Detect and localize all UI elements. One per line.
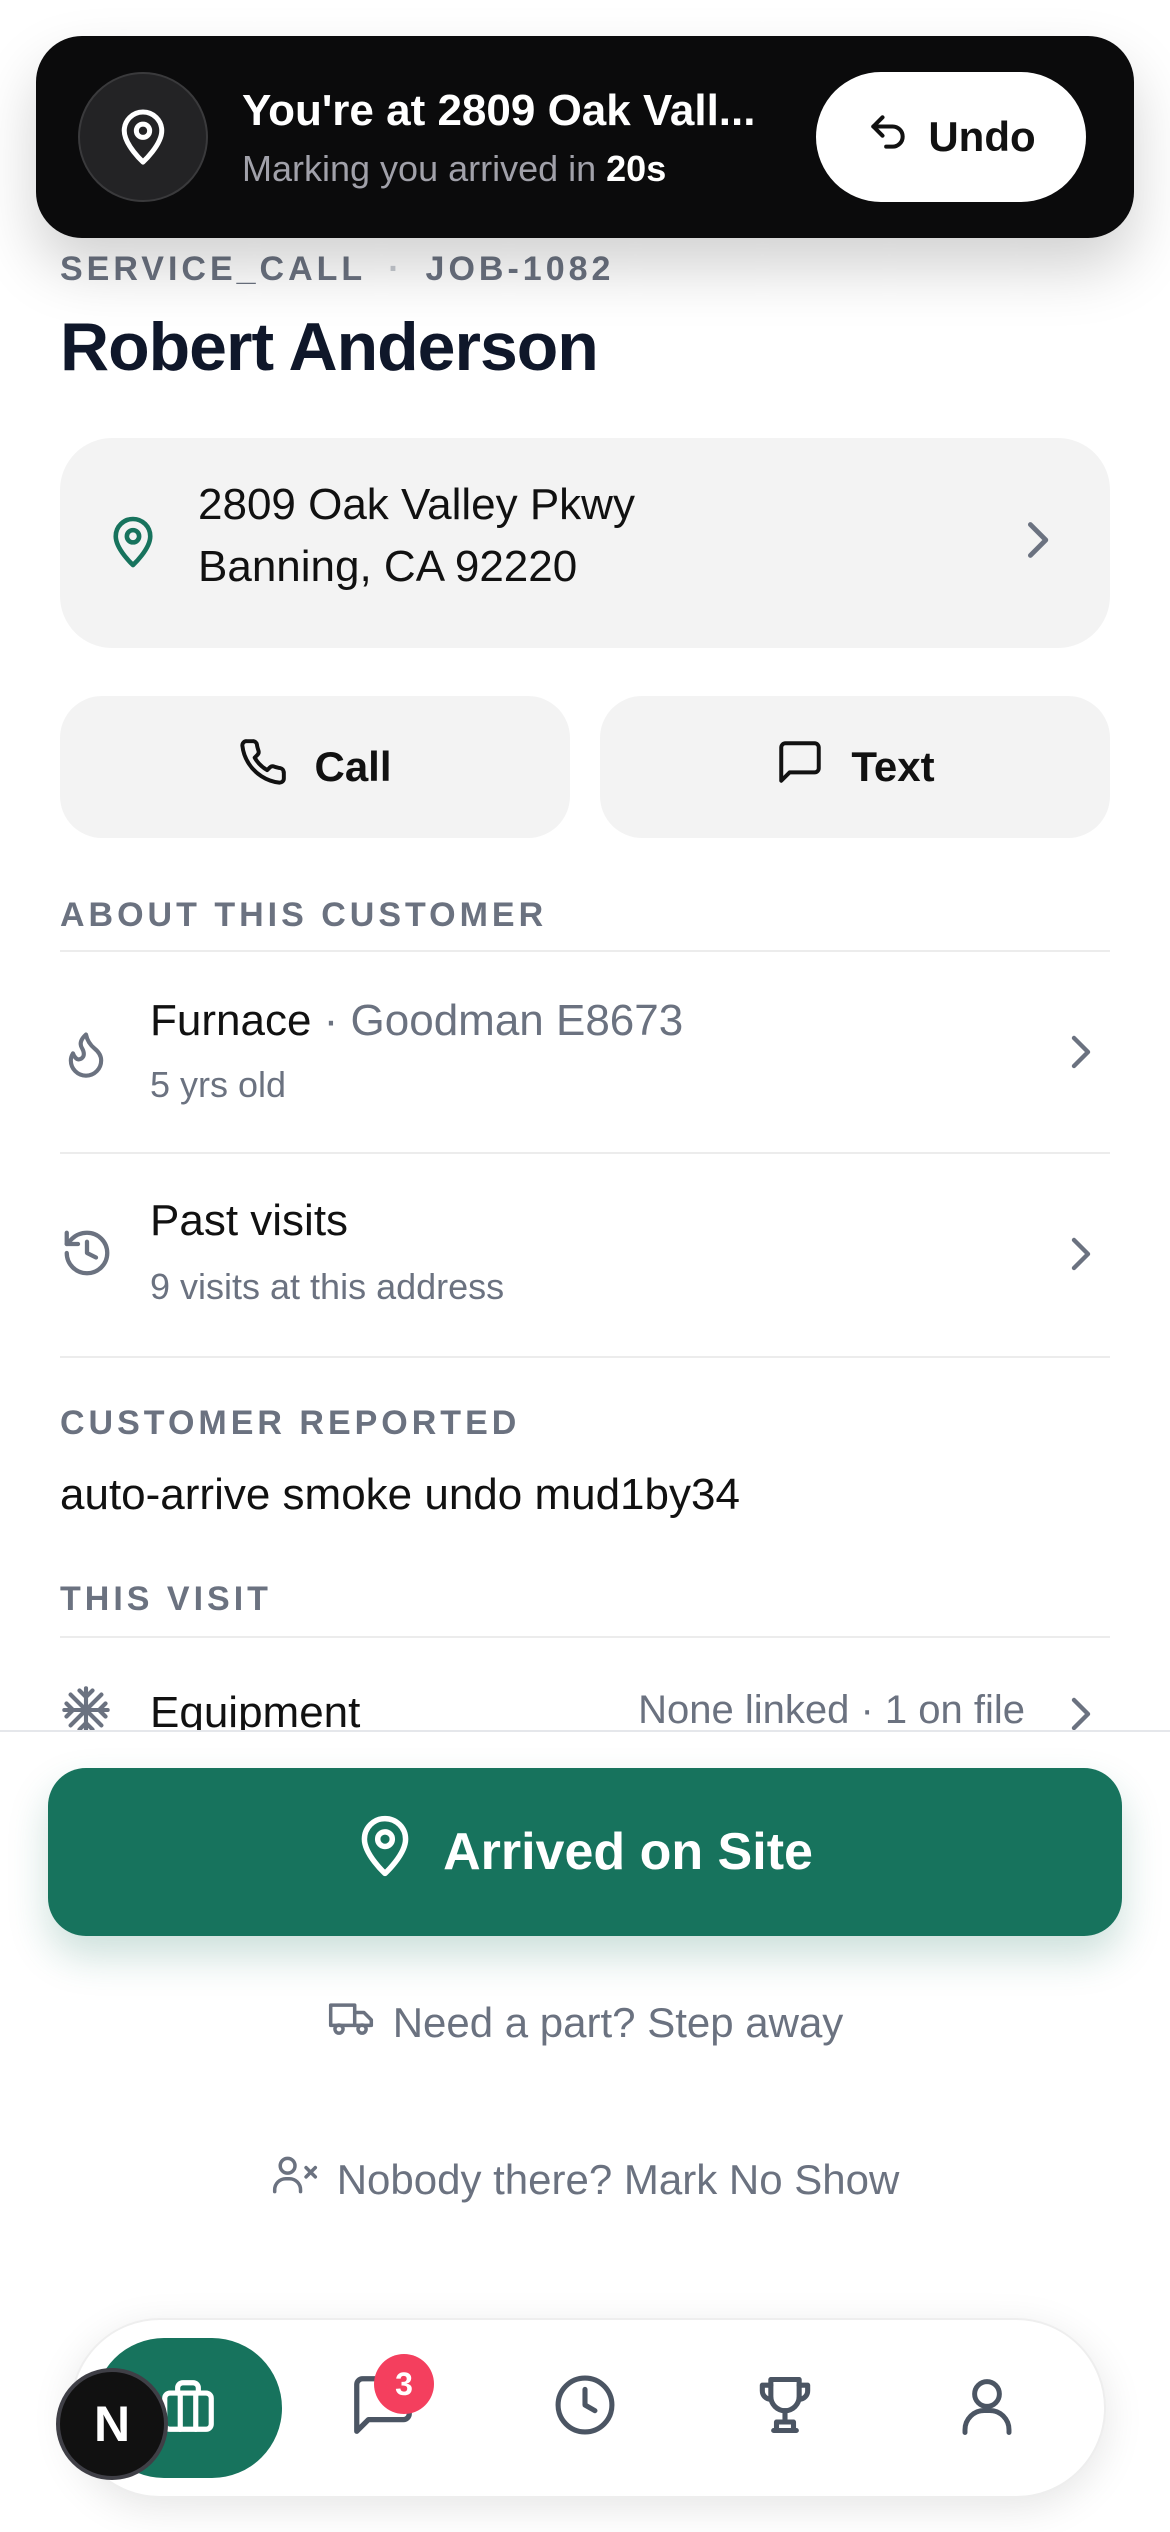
need-part-label: Need a part? Step away: [392, 1999, 844, 2046]
user-x-icon: [271, 2152, 319, 2208]
clock-icon: [551, 2371, 619, 2444]
furnace-row[interactable]: Furnace · Goodman E8673 5 yrs old: [0, 952, 1170, 1152]
banner-subtitle: Marking you arrived in 20s: [242, 148, 666, 190]
map-pin-icon: [78, 72, 208, 202]
undo-icon: [866, 110, 910, 164]
furnace-age: 5 yrs old: [150, 1064, 287, 1105]
text-label: Text: [851, 743, 935, 790]
undo-button[interactable]: Undo: [816, 72, 1086, 202]
equipment-label: Equipment: [150, 1688, 361, 1730]
truck-icon: [327, 1996, 375, 2050]
divider: [60, 1356, 1110, 1358]
chevron-right-icon: [1068, 1032, 1092, 1077]
need-part-link[interactable]: Need a part? Step away: [0, 1996, 1170, 2050]
reported-text: auto-arrive smoke undo mud1by34: [60, 1470, 740, 1519]
divider: [0, 1730, 1170, 1732]
furnace-model: · Goodman E8673: [311, 996, 684, 1045]
map-pin-icon: [357, 1814, 413, 1891]
call-button[interactable]: Call: [60, 696, 570, 838]
chevron-right-icon: [1022, 518, 1052, 567]
job-type: SERVICE_CALL: [60, 250, 367, 288]
arrived-label: Arrived on Site: [443, 1823, 813, 1881]
banner-countdown: 20s: [606, 148, 667, 189]
address-card[interactable]: 2809 Oak Valley Pkwy Banning, CA 92220: [60, 438, 1110, 648]
snowflake-icon: [60, 1684, 112, 1730]
auto-arrive-banner: You're at 2809 Oak Vall... Marking you a…: [36, 36, 1134, 238]
furnace-title: Furnace · Goodman E8673: [150, 996, 683, 1046]
about-heading: ABOUT THIS CUSTOMER: [60, 896, 548, 934]
job-meta: SERVICE_CALL · JOB-1082: [60, 250, 614, 289]
text-button[interactable]: Text: [600, 696, 1110, 838]
tab-history[interactable]: [530, 2352, 640, 2462]
message-square-icon: [775, 737, 825, 797]
address-line-2: Banning, CA 92220: [198, 542, 578, 591]
customer-name: Robert Anderson: [60, 309, 599, 385]
past-visits-count: 9 visits at this address: [150, 1266, 505, 1307]
past-visits-title: Past visits: [150, 1196, 349, 1245]
chevron-right-icon: [1068, 1694, 1092, 1730]
messages-badge: 3: [374, 2354, 434, 2414]
no-show-link[interactable]: Nobody there? Mark No Show: [0, 2152, 1170, 2208]
tab-achievements[interactable]: [730, 2352, 840, 2462]
no-show-label: Nobody there? Mark No Show: [336, 2156, 900, 2203]
chevron-right-icon: [1068, 1234, 1092, 1279]
this-visit-heading: THIS VISIT: [60, 1580, 272, 1618]
job-number: JOB-1082: [425, 250, 615, 288]
job-meta-separator: ·: [388, 250, 404, 288]
banner-subtitle-prefix: Marking you arrived in: [242, 148, 607, 189]
phone-icon: [238, 737, 288, 797]
equipment-row[interactable]: Equipment None linked · 1 on file: [0, 1638, 1170, 1730]
furnace-name: Furnace: [150, 996, 312, 1045]
user-icon: [954, 2372, 1020, 2443]
trophy-icon: [751, 2371, 819, 2444]
history-icon: [60, 1226, 114, 1285]
equipment-value: None linked · 1 on file: [638, 1688, 1025, 1730]
past-visits-row[interactable]: Past visits 9 visits at this address: [0, 1154, 1170, 1354]
reported-heading: CUSTOMER REPORTED: [60, 1404, 521, 1442]
undo-label: Undo: [928, 113, 1036, 160]
banner-title: You're at 2809 Oak Vall...: [242, 86, 756, 135]
map-pin-icon: [110, 514, 156, 575]
arrived-on-site-button[interactable]: Arrived on Site: [48, 1768, 1122, 1936]
flame-icon: [60, 1026, 112, 1087]
address-line-1: 2809 Oak Valley Pkwy: [198, 480, 635, 529]
dev-avatar[interactable]: N: [56, 2368, 168, 2480]
call-label: Call: [314, 743, 392, 790]
tab-profile[interactable]: [932, 2352, 1042, 2462]
